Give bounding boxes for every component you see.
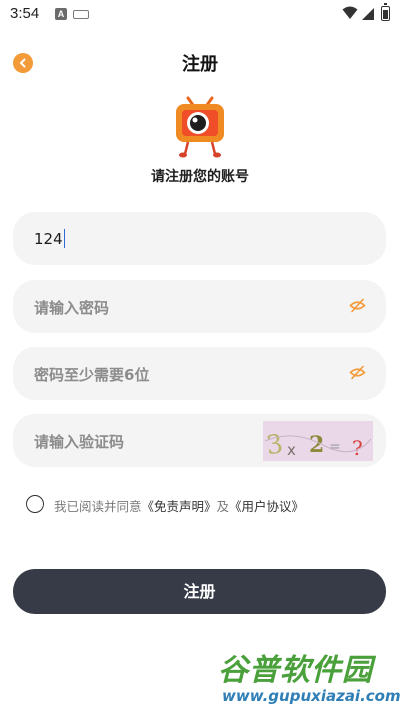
password-field[interactable]: 请输入密码: [13, 280, 386, 333]
page-title: 注册: [182, 54, 218, 75]
agreement-text: 我已阅读并同意《免责声明》及《用户协议》: [54, 496, 304, 515]
svg-text:3: 3: [264, 429, 285, 461]
confirm-password-placeholder: 密码至少需要6位: [34, 366, 150, 384]
svg-text:=: =: [329, 439, 341, 455]
watermark-url: www.gupuxiazai.com: [222, 687, 400, 705]
eye-hidden-icon[interactable]: [349, 298, 366, 313]
account-input[interactable]: 124: [34, 229, 66, 248]
status-time: 3:54: [10, 5, 40, 22]
battery-icon: [381, 3, 390, 21]
account-value: 124: [34, 230, 63, 248]
eye-hidden-icon[interactable]: [349, 365, 366, 380]
agreement-prefix: 我已阅读并同意: [54, 499, 142, 514]
password-placeholder: 请输入密码: [34, 299, 110, 317]
keyboard-icon: [73, 10, 89, 19]
captcha-image[interactable]: 3 x 2 = ?: [263, 421, 373, 461]
register-subtitle: 请注册您的账号: [151, 169, 249, 185]
site-watermark: 谷普软件园 www.gupuxiazai.com: [218, 645, 400, 707]
captcha-placeholder: 请输入验证码: [34, 433, 125, 451]
notification-a-glyph: A: [57, 9, 65, 19]
signal-icon: [362, 8, 374, 20]
notification-a-icon: A: [55, 8, 67, 20]
wifi-icon: [342, 6, 358, 19]
agreement-conjunction: 及: [216, 499, 230, 514]
user-agreement-link[interactable]: 《用户协议》: [229, 499, 304, 514]
watermark-brand: 谷普软件园: [218, 653, 373, 688]
disclaimer-link[interactable]: 《免责声明》: [142, 499, 217, 514]
agreement-radio[interactable]: [26, 495, 44, 513]
account-field[interactable]: 124: [13, 212, 386, 265]
svg-text:x: x: [287, 441, 296, 459]
captcha-field[interactable]: 请输入验证码 3 x 2 = ?: [13, 414, 386, 467]
captcha-glyphs: 3 x 2 = ?: [264, 429, 372, 461]
confirm-password-field[interactable]: 密码至少需要6位: [13, 347, 386, 400]
tv-mascot-logo: [176, 96, 224, 158]
text-caret: [63, 229, 66, 248]
status-bar: 3:54 A: [0, 0, 400, 30]
register-button[interactable]: 注册: [13, 569, 386, 614]
